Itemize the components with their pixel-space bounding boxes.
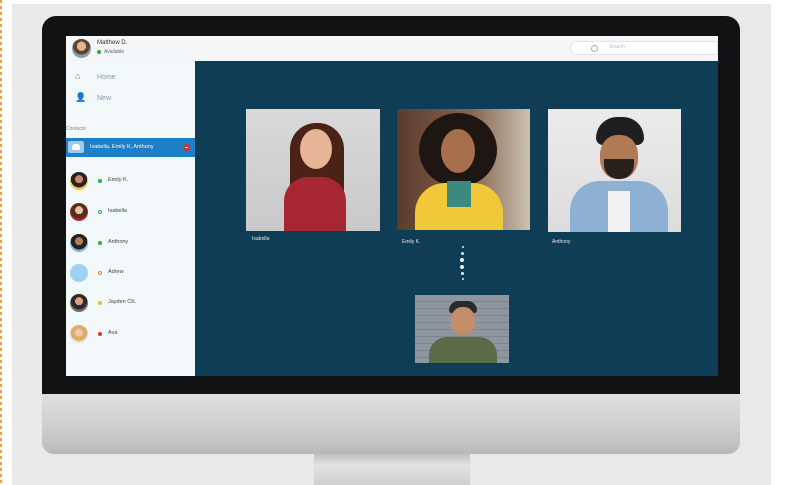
avatar [70,234,88,252]
monitor-chin [42,394,740,454]
contact-name: Adrew [108,269,124,275]
contact-name: Emily K. [108,177,129,183]
search-icon [591,45,598,52]
contact-name: Isabella [108,208,127,214]
avatar [70,203,88,221]
active-group-label: Isabella, Emily K, Anthony [90,144,154,150]
default-avatar-icon [70,264,88,282]
video-tile-anthony[interactable] [548,109,681,232]
active-group-call[interactable]: Isabella, Emily K, Anthony [66,138,195,157]
contact-name: Jayden CK. [108,299,137,305]
status-online-dot [98,241,102,245]
video-tile-isabella[interactable] [246,109,380,231]
sidebar-item-label: Home [97,74,116,81]
monitor-stand [314,452,470,485]
sidebar: ⌂ Home 👤 New Contacts Isabella, Emily K, A… [66,61,195,376]
status-offline-ring [98,210,102,214]
sidebar-item-home[interactable]: ⌂ Home [75,71,116,81]
search-input[interactable]: Search [570,41,718,55]
group-icon [68,141,84,153]
contact-item-anthony[interactable]: Anthony [66,232,195,254]
sidebar-item-label: New [97,95,112,102]
status-offline-ring [98,271,102,275]
status-busy-dot [98,332,102,336]
user-name: Matthew D. [97,40,128,46]
contact-item-adrew[interactable]: Adrew [66,262,195,284]
avatar [70,172,88,190]
status-online-dot [97,49,101,54]
user-avatar[interactable] [72,39,91,58]
end-call-icon[interactable] [183,144,190,151]
contact-item-jayden[interactable]: Jayden CK. [66,292,195,314]
home-icon: ⌂ [75,71,81,81]
user-status-label: Available [104,49,125,55]
status-away-dot [98,301,102,305]
participant-name-anthony: Anthony [552,239,571,245]
add-user-icon: 👤 [75,92,87,102]
page-edge-marker [0,0,2,485]
participant-name-emily: Emily K. [402,239,421,245]
contact-name: Anthony [108,239,129,245]
self-video-preview[interactable] [415,295,509,363]
status-online-dot [98,179,102,183]
contact-name: Ava [108,330,118,336]
sidebar-item-new[interactable]: 👤 New [75,92,111,103]
contact-item-emily[interactable]: Emily K. [66,170,195,192]
contact-item-ava[interactable]: Ava [66,323,195,345]
contacts-heading: Contacts [66,126,86,132]
avatar [70,294,88,312]
participant-name-isabella: Isabella [252,236,270,242]
avatar [70,325,88,343]
search-placeholder: Search [609,44,625,50]
top-bar: Matthew D. Available Search [66,36,718,61]
user-status[interactable]: Available [97,49,124,55]
video-tile-emily[interactable] [397,109,530,230]
contact-item-isabella[interactable]: Isabella [66,201,195,223]
call-separator-dots [460,246,466,280]
video-call-app-window: Matthew D. Available Search ⌂ Home 👤 New C… [66,36,718,376]
